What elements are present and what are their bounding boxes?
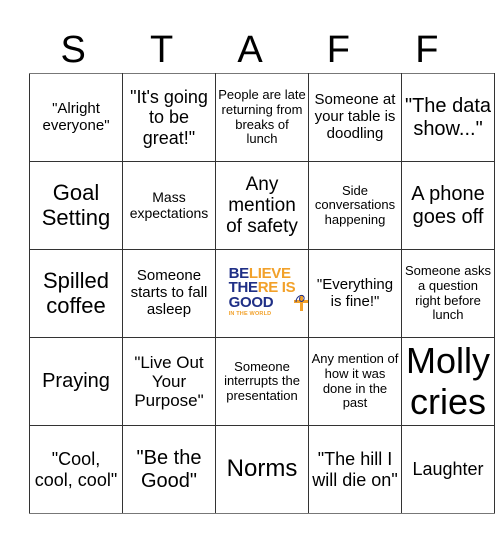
free-space-cell[interactable]: BELIEVE THERE IS GOOD IN THE WORLD [215, 249, 309, 338]
bingo-cell[interactable]: Norms [215, 425, 309, 514]
header-letter-f1: F [326, 29, 350, 71]
bingo-cell[interactable]: Side conversations happening [308, 161, 402, 250]
board-row-2: Goal Setting Mass expectations Any menti… [29, 161, 495, 250]
bingo-cell[interactable]: People are late returning from breaks of… [215, 73, 309, 162]
bingo-cell[interactable]: A phone goes off [401, 161, 495, 250]
logo-line-3: GOOD [228, 293, 274, 311]
bingo-cell[interactable]: Any mention of safety [215, 161, 309, 250]
bingo-cell[interactable]: Laughter [401, 425, 495, 514]
board-row-3: Spilled coffee Someone starts to fall as… [29, 249, 495, 338]
header-letter-t: T [149, 29, 174, 71]
board-row-5: "Cool, cool, cool" "Be the Good" Norms "… [29, 425, 495, 514]
bingo-cell[interactable]: "Cool, cool, cool" [29, 425, 123, 514]
bingo-cell[interactable]: Someone starts to fall asleep [122, 249, 216, 338]
logo-tagline: IN THE WORLD [228, 310, 272, 317]
bingo-cell[interactable]: "The hill I will die on" [308, 425, 402, 514]
bingo-cell[interactable]: "Live Out Your Purpose" [122, 337, 216, 426]
bingo-cell[interactable]: "Everything is fine!" [308, 249, 402, 338]
bingo-cell[interactable]: Someone interrupts the presentation [215, 337, 309, 426]
bingo-board: "Alright everyone" "It's going to be gre… [29, 73, 495, 514]
cross-icon [294, 295, 308, 312]
bingo-cell[interactable]: Someone at your table is doodling [308, 73, 402, 162]
bingo-cell[interactable]: Praying [29, 337, 123, 426]
bingo-cell[interactable]: Spilled coffee [29, 249, 123, 338]
bingo-cell[interactable]: Mass expectations [122, 161, 216, 250]
bingo-header: S T A F F [29, 28, 471, 72]
believe-there-is-good-logo: BELIEVE THERE IS GOOD IN THE WORLD [228, 266, 308, 317]
bingo-cell[interactable]: "The data show..." [401, 73, 495, 162]
bingo-cell[interactable]: "Alright everyone" [29, 73, 123, 162]
bingo-cell[interactable]: "It's going to be great!" [122, 73, 216, 162]
board-row-1: "Alright everyone" "It's going to be gre… [29, 73, 495, 162]
bingo-cell[interactable]: Someone asks a question right before lun… [401, 249, 495, 338]
bingo-cell[interactable]: Goal Setting [29, 161, 123, 250]
header-letter-s: S [60, 29, 86, 71]
bingo-cell[interactable]: Molly cries [401, 337, 495, 426]
bingo-cell[interactable]: "Be the Good" [122, 425, 216, 514]
board-row-4: Praying "Live Out Your Purpose" Someone … [29, 337, 495, 426]
header-letter-f2: F [415, 29, 439, 71]
bingo-cell[interactable]: Any mention of how it was done in the pa… [308, 337, 402, 426]
header-letter-a: A [237, 29, 263, 71]
